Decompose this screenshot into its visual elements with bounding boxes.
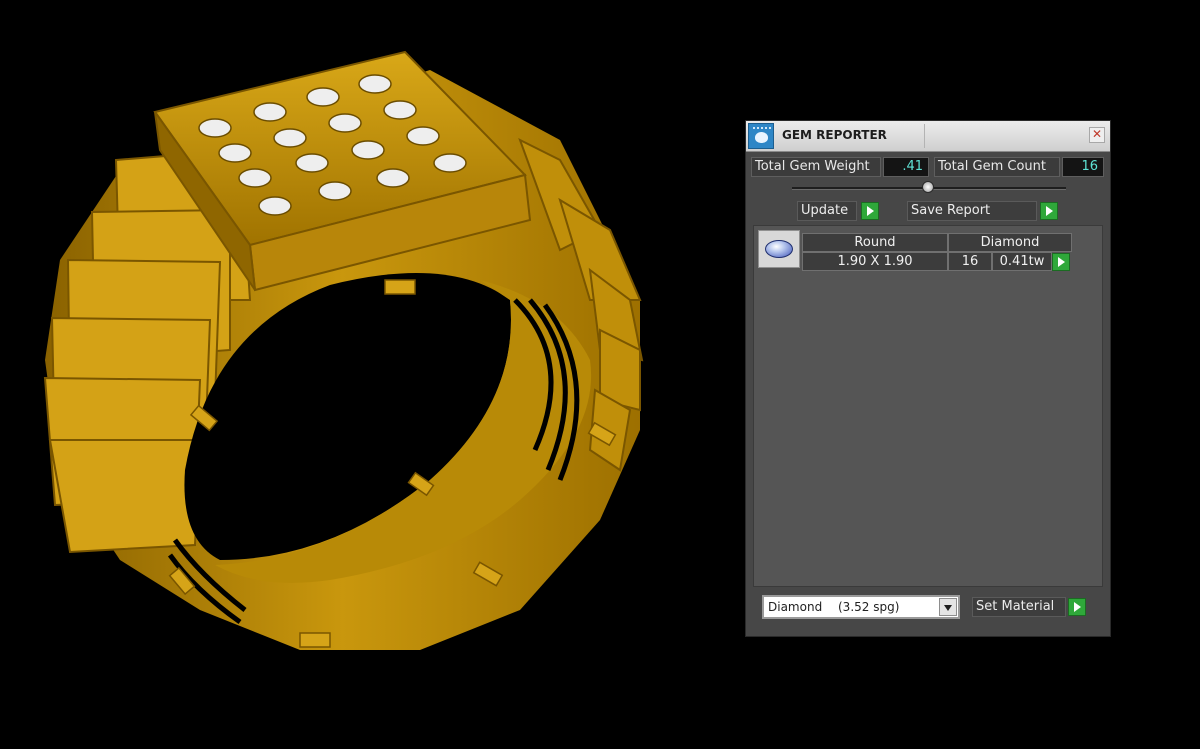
total-gem-weight-label: Total Gem Weight [751,157,881,177]
gem-count-cell: 16 [948,252,992,271]
set-material-go-button[interactable] [1068,598,1086,616]
title-divider [924,124,925,148]
gem-shape-cell: Round [802,233,948,252]
save-report-button[interactable]: Save Report [907,201,1037,221]
gem-reporter-app-icon [748,123,774,149]
material-select-spg: (3.52 spg) [838,600,900,614]
gem-reporter-panel: GEM REPORTER ✕ Total Gem Weight .41 Tota… [745,120,1111,637]
total-gem-count-value: 16 [1062,157,1104,177]
gem-material-cell: Diamond [948,233,1072,252]
ring-model [43,50,644,650]
material-select-value: Diamond [768,600,823,614]
set-material-button[interactable]: Set Material [972,597,1066,617]
3d-viewport[interactable] [0,0,740,749]
gem-list[interactable]: Round Diamond 1.90 X 1.90 16 0.41tw [753,225,1103,587]
gem-row-go-button[interactable] [1052,253,1070,271]
total-gem-count-label: Total Gem Count [934,157,1060,177]
splitter-handle[interactable] [922,181,934,193]
round-diamond-icon[interactable] [758,230,800,268]
update-button[interactable]: Update [797,201,857,221]
chevron-down-icon[interactable] [939,598,957,616]
total-gem-weight-value: .41 [883,157,929,177]
gem-weight-cell: 0.41tw [992,252,1052,271]
panel-titlebar[interactable]: GEM REPORTER ✕ [746,121,1110,152]
save-report-go-button[interactable] [1040,202,1058,220]
close-button[interactable]: ✕ [1089,127,1105,143]
update-go-button[interactable] [861,202,879,220]
gem-size-cell: 1.90 X 1.90 [802,252,948,271]
material-select[interactable]: Diamond (3.52 spg) [762,595,960,619]
panel-title: GEM REPORTER [782,128,887,142]
